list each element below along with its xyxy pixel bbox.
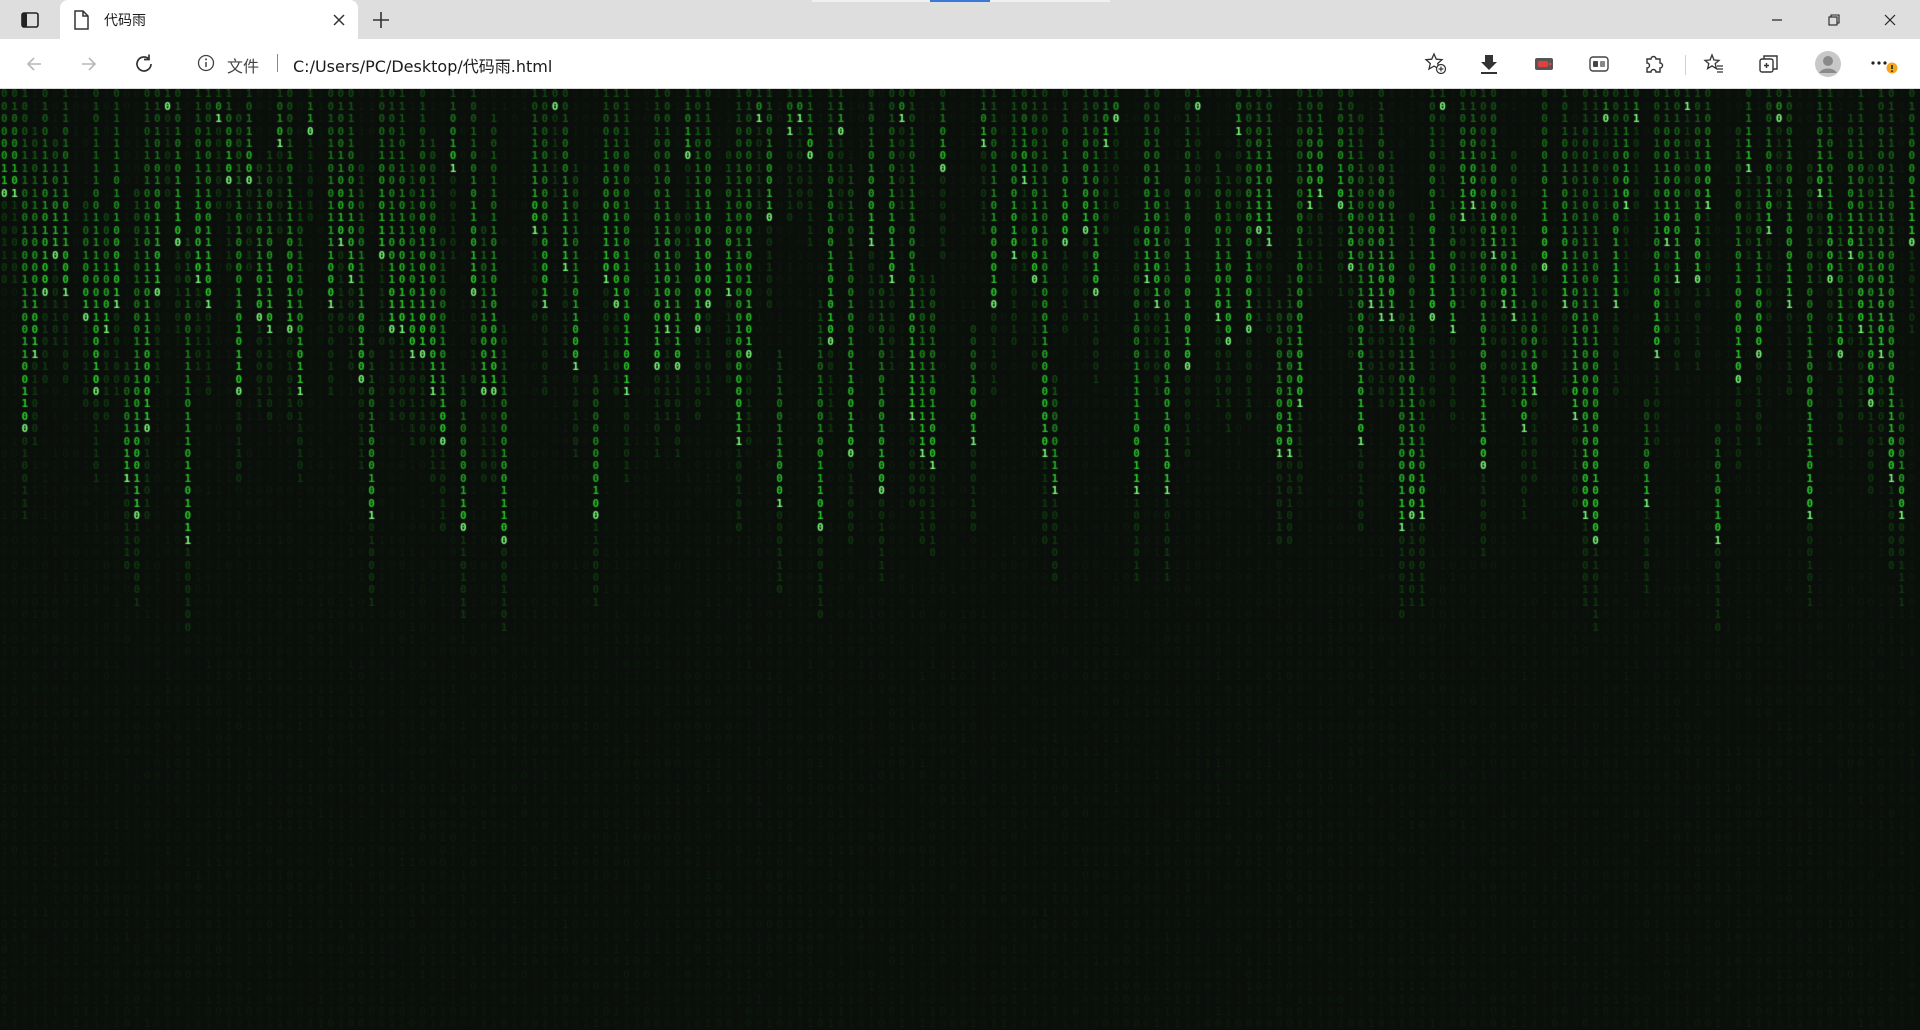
workspace-icon [1589, 56, 1609, 72]
restore-button[interactable] [1806, 0, 1862, 39]
window-close-icon [1884, 14, 1896, 25]
page-icon [74, 10, 89, 30]
address-separator [277, 54, 278, 72]
more-menu-icon [1871, 61, 1898, 74]
tab-actions-button[interactable] [12, 8, 48, 32]
url-text[interactable]: C:/Users/PC/Desktop/代码雨.html [293, 53, 552, 77]
star-plus-icon [1424, 52, 1446, 74]
close-icon [333, 14, 345, 26]
refresh-button[interactable] [128, 48, 160, 80]
puzzle-icon [1646, 55, 1664, 73]
extension-red-icon [1535, 58, 1553, 70]
more-menu-button[interactable] [1868, 48, 1900, 80]
toolbar-separator [1685, 55, 1686, 75]
add-favorite-button[interactable] [1423, 51, 1447, 75]
downloads-button[interactable] [1473, 48, 1505, 80]
plus-icon [373, 12, 389, 28]
forward-arrow-icon [82, 57, 97, 71]
minimize-button[interactable] [1749, 0, 1805, 39]
window-close-button[interactable] [1862, 0, 1918, 39]
collections-icon [1759, 55, 1778, 73]
info-icon[interactable] [197, 54, 215, 72]
code-rain-canvas [0, 89, 1920, 1030]
profile-button[interactable] [1812, 48, 1844, 80]
active-tab[interactable]: 代码雨 [60, 0, 358, 39]
drag-area-indicator [812, 0, 1110, 2]
forward-button[interactable] [73, 48, 105, 80]
browser-toolbar: 文件 C:/Users/PC/Desktop/代码雨.html [0, 39, 1920, 89]
tab-actions-icon [21, 12, 39, 28]
favorites-icon [1703, 53, 1723, 73]
tab-strip: 代码雨 [0, 0, 1920, 39]
refresh-icon [136, 54, 152, 72]
scheme-label: 文件 [227, 57, 260, 76]
tab-title: 代码雨 [104, 13, 146, 29]
address-bar[interactable]: 文件 C:/Users/PC/Desktop/代码雨.html [181, 44, 1453, 82]
workspace-button[interactable] [1583, 48, 1615, 80]
back-button[interactable] [18, 48, 50, 80]
new-tab-button[interactable] [368, 7, 394, 33]
back-arrow-icon [26, 57, 41, 71]
collections-button[interactable] [1753, 48, 1785, 80]
page-content[interactable] [0, 89, 1920, 1030]
extensions-button[interactable] [1638, 48, 1670, 80]
download-icon [1481, 55, 1497, 74]
extension-red-button[interactable] [1528, 48, 1560, 80]
browser-window: 代码雨 文件 C:/Users/PC/Desktop/代码雨.html [0, 0, 1920, 1030]
restore-icon [1828, 13, 1840, 26]
tab-close-button[interactable] [328, 9, 350, 31]
profile-avatar-icon [1815, 51, 1841, 77]
favorites-button[interactable] [1698, 48, 1730, 80]
minimize-icon [1772, 18, 1782, 21]
